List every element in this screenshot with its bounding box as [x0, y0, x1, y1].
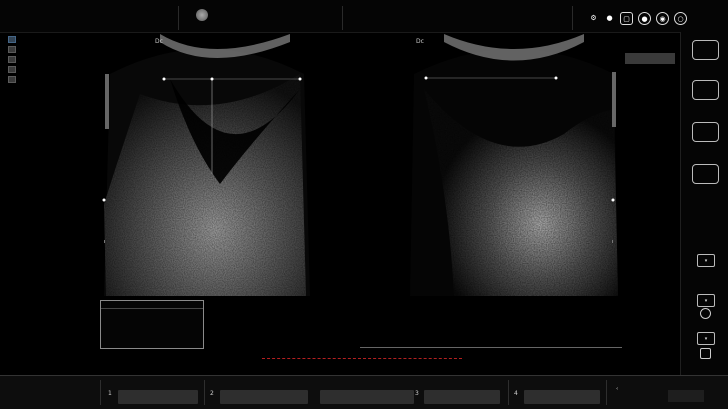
- measurement-results[interactable]: [100, 300, 204, 349]
- small-button-2[interactable]: ▾: [697, 294, 715, 307]
- right-control-column: ▾ ▾ ▾: [680, 32, 728, 375]
- image-label: Dc: [155, 38, 163, 45]
- parameter-panel: [625, 32, 675, 142]
- bottom-bar: 1 2 3 4 ‹: [0, 375, 728, 409]
- measurement-header: [101, 301, 203, 309]
- user-icon[interactable]: ●: [604, 12, 615, 23]
- left-panel-item[interactable]: [8, 74, 98, 84]
- depth-tick: [104, 240, 105, 243]
- param-row: [625, 106, 675, 117]
- image-label: Dc: [416, 38, 424, 45]
- control-value[interactable]: [424, 390, 500, 404]
- left-panel-item[interactable]: [8, 54, 98, 64]
- measurement-row: [101, 309, 203, 318]
- left-panel-item[interactable]: [8, 64, 98, 74]
- param-row: [625, 85, 675, 96]
- status-line: [262, 358, 462, 362]
- small-button-1[interactable]: ▾: [697, 254, 715, 267]
- power-icon[interactable]: ◉: [656, 12, 669, 25]
- control-value[interactable]: [524, 390, 600, 404]
- soft-key-4[interactable]: [692, 164, 719, 184]
- measurement-row: [101, 336, 203, 345]
- control-value[interactable]: [220, 390, 308, 404]
- soft-key-3[interactable]: [692, 122, 719, 142]
- left-panel-header: [8, 34, 98, 44]
- soft-key-2[interactable]: [692, 80, 719, 100]
- soft-key-1[interactable]: [692, 40, 719, 60]
- left-panel-item[interactable]: [8, 44, 98, 54]
- param-row: [625, 64, 675, 75]
- bottom-right-b[interactable]: [668, 390, 704, 402]
- param-row: [625, 53, 675, 64]
- control-field-blank[interactable]: [314, 378, 420, 407]
- param-row: [625, 95, 675, 106]
- param-row: [625, 32, 675, 43]
- param-row: [625, 74, 675, 85]
- divider: [360, 347, 622, 348]
- top-bar: ⚙ ● ▢ ● ◉ ○: [0, 0, 728, 33]
- control-group-1[interactable]: 1: [104, 378, 204, 407]
- ultrasound-image-right[interactable]: Dc: [404, 34, 624, 296]
- probe-icon[interactable]: [196, 9, 208, 21]
- control-group-2[interactable]: 2: [206, 378, 314, 407]
- window-icon[interactable]: ▢: [620, 12, 633, 25]
- param-row: [625, 43, 675, 54]
- lock-icon[interactable]: [700, 308, 711, 319]
- help-icon[interactable]: ○: [674, 12, 687, 25]
- small-button-3[interactable]: ▾: [697, 332, 715, 345]
- left-panel: [0, 32, 98, 96]
- control-group-4[interactable]: 4: [510, 378, 606, 407]
- depth-tick: [612, 240, 613, 243]
- toolbar-icons: ⚙ ● ▢ ● ◉ ○: [588, 12, 687, 25]
- param-row: [625, 116, 675, 127]
- record-icon[interactable]: ●: [638, 12, 651, 25]
- page-indicator: ‹: [616, 386, 619, 392]
- control-group-3[interactable]: 3: [412, 378, 506, 407]
- ultrasound-image-left[interactable]: Dc: [100, 34, 314, 296]
- measurement-row: [101, 318, 203, 327]
- control-value[interactable]: [118, 390, 198, 404]
- freeze-icon[interactable]: [700, 348, 711, 359]
- measurement-row: [101, 327, 203, 336]
- settings-icon[interactable]: ⚙: [588, 12, 599, 23]
